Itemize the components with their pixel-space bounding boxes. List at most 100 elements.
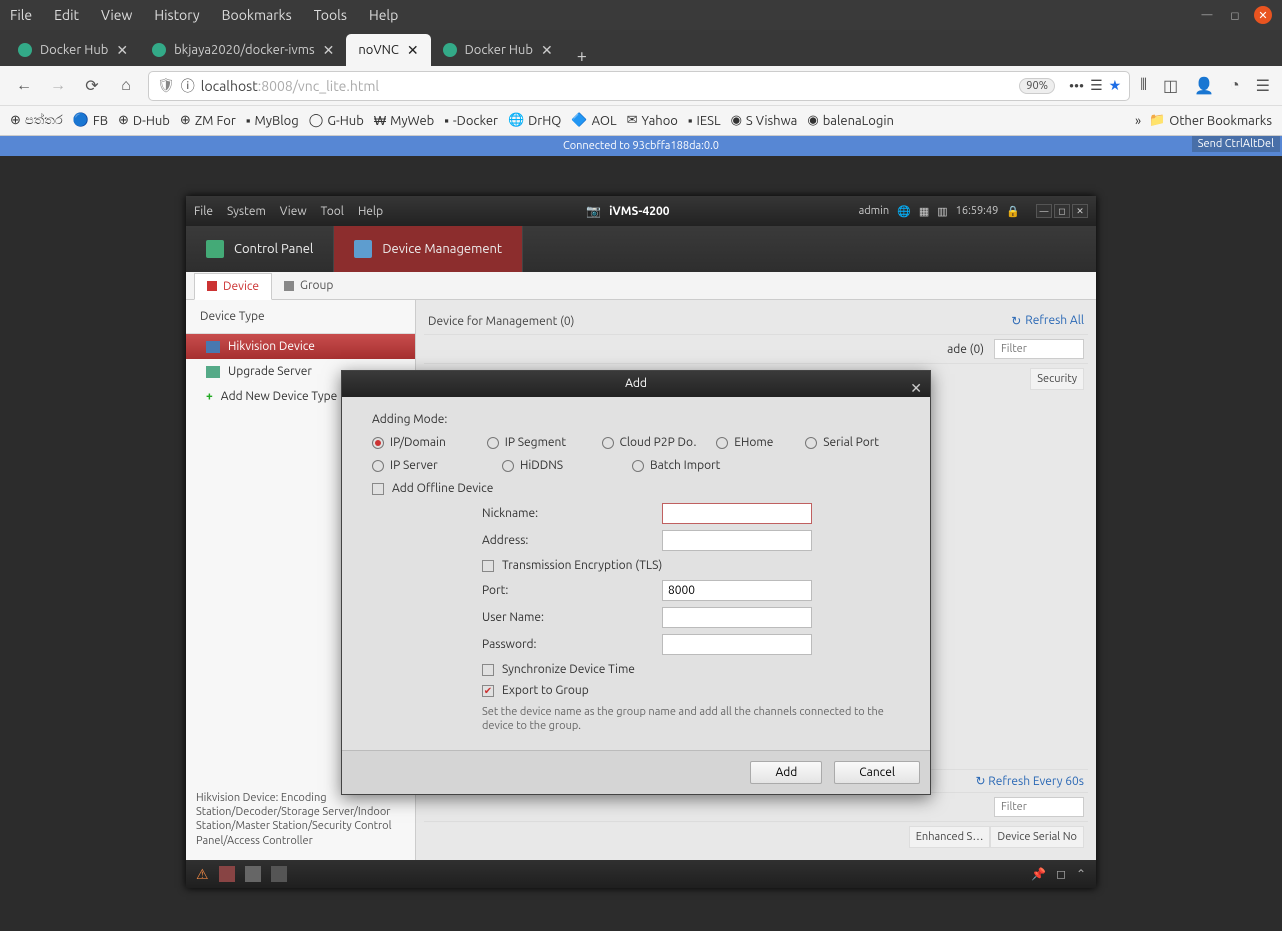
bookmark-item[interactable]: 🔷 AOL <box>571 113 616 128</box>
library-icon[interactable]: ⫴ <box>1140 76 1147 95</box>
bookmark-item[interactable]: ◉ S Vishwa <box>731 113 798 128</box>
filter-input-2[interactable] <box>994 797 1084 817</box>
add-button[interactable]: Add <box>750 761 822 784</box>
tab-close-icon[interactable]: ✕ <box>407 42 419 59</box>
window-maximize-icon[interactable]: ◻ <box>1226 6 1244 24</box>
reload-button[interactable]: ⟳ <box>80 74 104 98</box>
expand-icon[interactable]: ⌃ <box>1076 867 1086 881</box>
send-ctrlaltdel-button[interactable]: Send CtrlAltDel <box>1192 136 1280 152</box>
bookmark-item[interactable]: ▪ -Docker <box>444 113 498 128</box>
app-minimize-icon[interactable]: — <box>1036 204 1052 218</box>
status-icon[interactable] <box>245 866 261 882</box>
bookmark-item[interactable]: ▪ MyBlog <box>246 113 299 128</box>
panel-icon[interactable]: ▥ <box>937 205 947 218</box>
account-icon[interactable]: 👤 <box>1194 76 1214 95</box>
menu-bookmarks[interactable]: Bookmarks <box>222 7 292 23</box>
username-input[interactable] <box>662 607 812 628</box>
bookmark-star-icon[interactable]: ★ <box>1109 77 1122 94</box>
tab-close-icon[interactable]: ✕ <box>323 42 335 59</box>
app-close-icon[interactable]: ✕ <box>1072 204 1088 218</box>
refresh-all-button[interactable]: ↻Refresh All <box>1011 314 1084 328</box>
radio-cloud-p2p[interactable]: Cloud P2P Do… <box>602 436 697 449</box>
bookmark-item[interactable]: 🔵 FB <box>73 113 108 128</box>
subtab-device[interactable]: Device <box>194 273 272 300</box>
subtab-group[interactable]: Group <box>272 273 345 298</box>
radio-serial-port[interactable]: Serial Port <box>805 436 900 449</box>
radio-ip-segment[interactable]: IP Segment <box>487 436 582 449</box>
toolbar-control-panel[interactable]: Control Panel <box>186 226 334 272</box>
bookmark-item[interactable]: ◯ G-Hub <box>309 113 364 128</box>
bookmark-item[interactable]: ⊕ ZM For <box>180 113 236 128</box>
screen-icon[interactable]: ▦ <box>919 205 929 218</box>
menu-view[interactable]: View <box>101 7 132 23</box>
bookmark-item[interactable]: ₩ MyWeb <box>374 113 434 128</box>
radio-ip-server[interactable]: IP Server <box>372 459 482 472</box>
app-menu-file[interactable]: File <box>194 205 213 218</box>
tab-novnc[interactable]: noVNC✕ <box>346 34 430 66</box>
app-menu-view[interactable]: View <box>280 205 307 218</box>
bookmark-item[interactable]: ⊕ පත්තර <box>10 113 63 128</box>
reader-icon[interactable]: ☰ <box>1090 77 1103 94</box>
column-security[interactable]: Security <box>1030 368 1084 390</box>
address-input[interactable] <box>662 530 812 551</box>
app-menu-system[interactable]: System <box>227 205 266 218</box>
alert-icon[interactable]: ⚠ <box>196 866 209 883</box>
address-input[interactable]: 🛡 ⓘ localhost:8008/vnc_lite.html 90% •••… <box>148 71 1130 101</box>
bookmark-item[interactable]: ⊕ D-Hub <box>118 113 170 128</box>
radio-ip-domain[interactable]: IP/Domain <box>372 436 467 449</box>
other-bookmarks-button[interactable]: 📁 Other Bookmarks <box>1149 113 1272 128</box>
bookmark-item[interactable]: ◉ balenaLogin <box>807 113 894 128</box>
radio-batch-import[interactable]: Batch Import <box>632 459 742 472</box>
info-icon[interactable]: ⓘ <box>181 76 195 96</box>
app-menu-tool[interactable]: Tool <box>321 205 344 218</box>
bookmarks-overflow-icon[interactable]: » <box>1135 114 1141 128</box>
dialog-close-icon[interactable]: ✕ <box>910 375 922 401</box>
tab-close-icon[interactable]: ✕ <box>541 42 553 59</box>
status-icon[interactable] <box>219 866 235 882</box>
password-input[interactable] <box>662 634 812 655</box>
hamburger-icon[interactable]: ☰ <box>1256 76 1270 95</box>
checkbox-tls[interactable]: Transmission Encryption (TLS) <box>482 559 900 572</box>
lock-icon[interactable]: 🔒 <box>1006 205 1020 218</box>
checkbox-sync-time[interactable]: Synchronize Device Time <box>482 663 900 676</box>
radio-ehome[interactable]: EHome <box>716 436 785 449</box>
home-button[interactable]: ⌂ <box>114 74 138 98</box>
column-serial[interactable]: Device Serial No <box>990 826 1084 848</box>
tab-bkjaya[interactable]: bkjaya2020/docker-ivms✕ <box>140 34 346 66</box>
new-tab-button[interactable]: + <box>565 46 599 66</box>
column-enhanced[interactable]: Enhanced S… <box>909 826 991 848</box>
checkbox-export-group[interactable]: Export to Group <box>482 684 900 697</box>
more-icon[interactable]: ••• <box>1069 78 1084 94</box>
refresh-every-button[interactable]: ↻ Refresh Every 60s <box>975 774 1084 788</box>
globe-icon[interactable]: 🌐 <box>897 205 911 218</box>
filter-input[interactable] <box>994 339 1084 359</box>
back-button[interactable]: ← <box>12 74 36 98</box>
port-input[interactable] <box>662 580 812 601</box>
toolbar-device-management[interactable]: Device Management <box>334 226 523 272</box>
sidebar-item-hikvision[interactable]: Hikvision Device <box>186 334 415 359</box>
nickname-input[interactable] <box>662 503 812 524</box>
bookmark-item[interactable]: ▪ IESL <box>688 113 721 128</box>
window-minimize-icon[interactable]: — <box>1198 6 1216 24</box>
menu-tools[interactable]: Tools <box>314 7 347 23</box>
menu-file[interactable]: File <box>10 7 32 23</box>
status-icon[interactable] <box>271 866 287 882</box>
app-maximize-icon[interactable]: ◻ <box>1054 204 1070 218</box>
zoom-badge[interactable]: 90% <box>1019 78 1055 94</box>
menu-edit[interactable]: Edit <box>54 7 79 23</box>
sidebar-icon[interactable]: ◫ <box>1163 76 1178 95</box>
tab-docker-hub-1[interactable]: Docker Hub✕ <box>6 34 140 66</box>
radio-hiddns[interactable]: HiDDNS <box>502 459 612 472</box>
forward-button[interactable]: → <box>46 74 70 98</box>
extension-icon[interactable]: ◔ <box>1230 76 1240 95</box>
bookmark-item[interactable]: 🌐 DrHQ <box>508 113 561 128</box>
window-icon[interactable]: ◻ <box>1056 867 1066 881</box>
app-menu-help[interactable]: Help <box>358 205 383 218</box>
tab-docker-hub-2[interactable]: Docker Hub✕ <box>431 34 565 66</box>
pin-icon[interactable]: 📌 <box>1031 867 1046 881</box>
bookmark-item[interactable]: ✉ Yahoo <box>627 113 678 128</box>
checkbox-offline[interactable]: Add Offline Device <box>372 482 900 495</box>
tab-close-icon[interactable]: ✕ <box>116 42 128 59</box>
menu-history[interactable]: History <box>154 7 199 23</box>
cancel-button[interactable]: Cancel <box>834 761 920 784</box>
